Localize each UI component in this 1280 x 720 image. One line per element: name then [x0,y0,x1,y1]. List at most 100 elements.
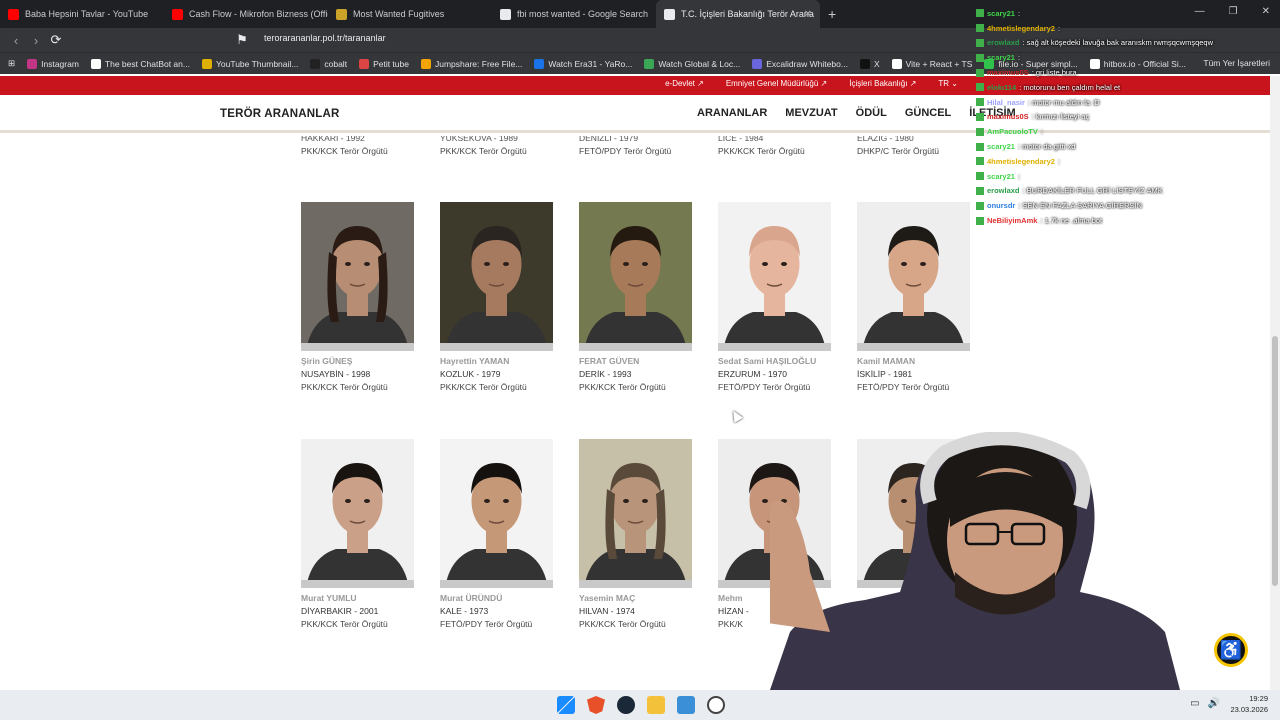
tab-title: Cash Flow - Mikrofon Bizness (Officia [189,9,328,19]
browser-tab[interactable]: Baba Hepsini Tavlar - YouTube [0,0,164,28]
wanted-card[interactable]: LİCE - 1984 PKK/KCK Terör Örgütü [718,136,831,156]
wanted-card[interactable]: YÜKSEKOVA - 1989 PKK/KCK Terör Örgütü [440,136,553,156]
card-name[interactable]: Kamil MAMAN [857,356,970,366]
browser-tab[interactable]: Cash Flow - Mikrofon Bizness (Officia [164,0,328,28]
bookmark-item[interactable]: Jumpshare: Free File... [420,58,522,69]
chat-username: scary21 [987,142,1015,152]
nav-link-3[interactable]: GÜNCEL [905,107,951,119]
back-icon[interactable]: ‹ [6,33,26,48]
card-name[interactable]: Murat YUMLU [301,593,414,603]
site-top-link[interactable]: e-Devlet ↗ [665,79,704,88]
wanted-card[interactable]: Murat YUMLU DİYARBAKIR - 2001 PKK/KCK Terö… [301,439,414,629]
card-photo[interactable] [857,202,970,351]
chat-text: : BURDAKİLER FULL GRİ LİSTEYİZ AMK [1022,186,1163,196]
site-top-link[interactable]: TR ⌄ [938,79,958,88]
tab-close-icon[interactable]: ✕ [804,9,812,20]
chat-text: : motor mu aldın la :D [1027,97,1100,107]
card-photo[interactable] [440,202,553,351]
card-name[interactable]: Şirin GÜNEŞ [301,356,414,366]
wanted-card[interactable]: Hayrettin YAMAN KOZLUK - 1979 PKK/KCK Terö… [440,202,553,392]
file-explorer-icon[interactable] [647,696,665,714]
card-location: ERZURUM - 1970 [718,369,787,379]
scrollbar-thumb[interactable] [1272,336,1278,586]
card-photo[interactable] [440,439,553,588]
card-organization: PKK/KCK Terör Örgütü [718,146,805,156]
wanted-card[interactable]: FERAT GÜVEN DERİK - 1993 PKK/KCK Terör Örg… [579,202,692,392]
network-icon[interactable]: ▭ [1190,698,1199,709]
card-photo[interactable] [301,202,414,351]
wanted-card[interactable]: Kamil MAMAN İSKİLİP - 1981 FETÖ/PDY Terör … [857,202,970,392]
nav-link-0[interactable]: ARANANLAR [697,107,767,119]
app-icon[interactable] [707,696,725,714]
wanted-card[interactable]: DENİZLİ - 1979 FETÖ/PDY Terör Örgütü [579,136,692,156]
bookmark-item[interactable]: Watch Era31 - YaRo... [534,58,632,69]
chat-message: scary21: [976,50,1276,65]
bookmark-item[interactable]: Petit tube [359,58,409,69]
site-nav: ARANANLAR MEVZUAT ÖDÜL GÜNCEL İLETİŞİM [697,107,1016,119]
chat-badge-icon [976,112,984,121]
card-photo[interactable] [579,202,692,351]
bookmark-item[interactable]: X [859,58,880,69]
reload-icon[interactable]: ⟳ [46,32,66,48]
card-name[interactable]: Murat ÜRÜNDÜ [440,593,553,603]
card-name[interactable]: Sedat Sami HAŞILOĞLU [718,356,831,366]
windows-taskbar: ▭ 🔊 19:29 23.03.2026 [0,690,1280,720]
wanted-card[interactable]: Murat ÜRÜNDÜ KALE - 1973 FETÖ/PDY Terör Ör… [440,439,553,629]
site-top-link[interactable]: Emniyet Genel Müdürlüğü ↗ [726,79,827,88]
tab-favicon-icon [336,8,347,20]
new-tab-button[interactable]: + [828,6,836,22]
card-photo[interactable] [301,439,414,588]
nav-link-1[interactable]: MEVZUAT [785,107,837,119]
chat-text: : [1057,23,1061,33]
apps-grid-icon[interactable]: ⊞ [8,58,15,69]
wanted-card[interactable]: Şirin GÜNEŞ NUSAYBİN - 1998 PKK/KCK Terör … [301,202,414,392]
chat-text: : [1017,53,1021,63]
wanted-card[interactable]: Yasemin MAÇ HILVAN - 1974 PKK/KCK Terör Ör… [579,439,692,629]
bookmark-item[interactable]: Excalidraw Whitebo... [752,58,848,69]
bookmark-item[interactable]: cobalt [310,58,347,69]
tab-favicon-icon [8,8,19,20]
bookmark-item[interactable]: Watch Global & Loc... [644,58,740,69]
nav-link-2[interactable]: ÖDÜL [856,107,887,119]
forward-icon[interactable]: › [26,33,46,48]
chat-username: NeBiliyimAmk [987,216,1038,226]
accessibility-icon[interactable]: ♿ [1214,633,1248,667]
bookmark-label: Vite + React + TS [905,58,973,69]
photo-caption-bar [857,343,970,351]
browser-tab[interactable]: Most Wanted Fugitives [328,0,492,28]
browser-tab[interactable]: fbi most wanted - Google Search [492,0,656,28]
photo-caption-bar [301,580,414,588]
bookmark-favicon-icon [359,58,370,69]
card-name[interactable]: FERAT GÜVEN [579,356,692,366]
clock-time: 19:29 [1249,694,1268,703]
bookmark-item[interactable]: The best ChatBot an... [90,58,190,69]
photo-caption-bar [440,580,553,588]
photos-icon[interactable] [677,696,695,714]
bookmark-item[interactable]: Instagram [27,58,79,69]
wanted-card[interactable]: HAKKARİ - 1992 PKK/KCK Terör Örgütü [301,136,414,156]
card-name[interactable]: Yasemin MAÇ [579,593,692,603]
portrait-image [862,226,965,351]
steam-icon[interactable] [617,696,635,714]
site-logo[interactable]: TERÖR ARANANLAR [220,108,339,120]
taskbar-clock[interactable]: 19:29 23.03.2026 [1230,693,1268,715]
tab-favicon-icon [172,8,183,20]
brave-browser-icon[interactable] [587,696,605,714]
bookmark-icon[interactable]: ⚑ [232,32,252,48]
tab-title: Baba Hepsini Tavlar - YouTube [25,9,149,19]
site-top-link[interactable]: İçişleri Bakanlığı ↗ [849,79,916,88]
card-name[interactable]: Hayrettin YAMAN [440,356,553,366]
card-photo[interactable] [579,439,692,588]
chat-username: elokı114 [987,82,1017,92]
bookmark-item[interactable]: YouTube Thumbnail... [201,58,298,69]
card-photo[interactable] [718,202,831,351]
wanted-card[interactable]: Sedat Sami HAŞILOĞLU ERZURUM - 1970 FETÖ/P… [718,202,831,392]
wanted-card[interactable]: ELAZIĞ - 1980 DHKP/C Terör Örgütü [857,136,970,156]
browser-tab[interactable]: T.C. İçişleri Bakanlığı Terör Arana ✕ [656,0,820,28]
bookmark-item[interactable]: Vite + React + TS [891,58,973,69]
start-icon[interactable] [557,696,575,714]
volume-icon[interactable]: 🔊 [1208,698,1220,709]
bookmark-label: Excalidraw Whitebo... [766,58,848,69]
url-field[interactable]: terorarananlar.pol.tr/tarananlar [264,33,386,43]
clock-date: 23.03.2026 [1230,705,1268,714]
